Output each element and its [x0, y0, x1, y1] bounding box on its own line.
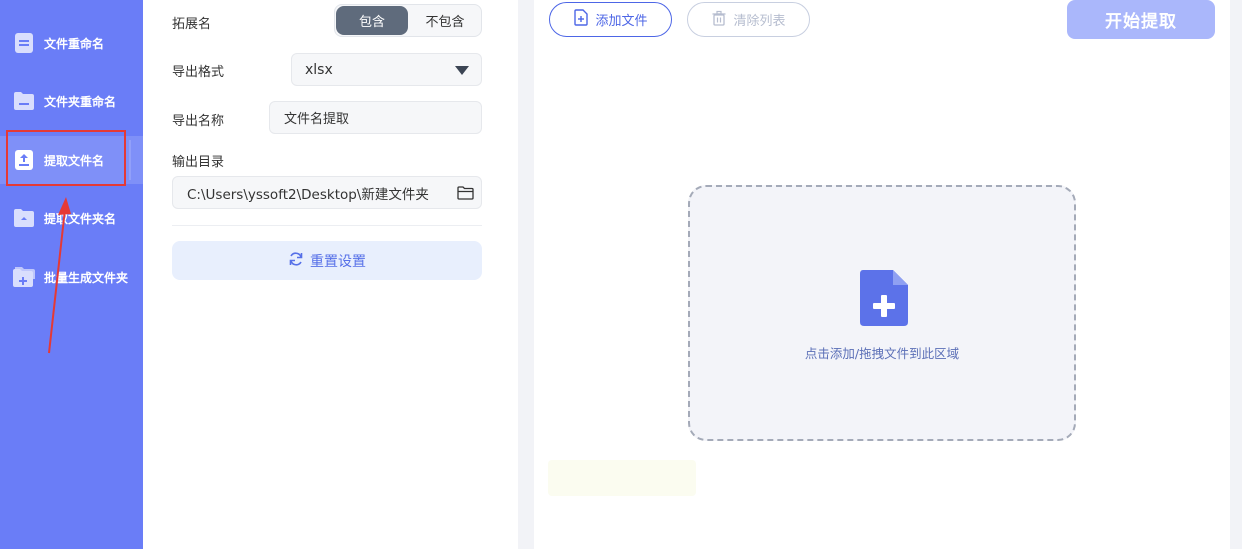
settings-panel: 拓展名 包含 不包含 导出格式 xlsx 导出名称 文件名提取 输出目录 C:\…	[143, 0, 518, 549]
main-area: 添加文件 清除列表 开始提取 点击添加/拖拽文件到此区域	[534, 0, 1230, 549]
export-format-value: xlsx	[305, 61, 333, 78]
include-extension-option[interactable]: 包含	[336, 6, 408, 35]
output-dir-label: 输出目录	[172, 155, 225, 170]
document-icon	[12, 31, 36, 55]
reset-settings-button[interactable]: 重置设置	[172, 241, 482, 280]
sidebar-item-file-rename[interactable]: 文件重命名	[0, 19, 143, 67]
sidebar-item-extract-filename[interactable]: 提取文件名	[0, 136, 143, 184]
add-file-icon	[573, 9, 589, 30]
reset-settings-label: 重置设置	[310, 253, 366, 270]
sidebar-item-label: 文件夹重命名	[44, 94, 117, 109]
folder-open-icon[interactable]	[455, 183, 475, 203]
export-format-select[interactable]: xlsx	[291, 53, 482, 86]
export-name-input[interactable]: 文件名提取	[269, 101, 482, 134]
folder-icon	[12, 89, 36, 113]
sidebar-item-folder-rename[interactable]: 文件夹重命名	[0, 77, 143, 125]
export-name-label: 导出名称	[172, 114, 225, 129]
export-name-value: 文件名提取	[284, 112, 350, 127]
output-dir-value: C:\Users\yssoft2\Desktop\新建文件夹	[187, 186, 429, 203]
clear-list-button[interactable]: 清除列表	[687, 2, 810, 37]
sidebar-item-label: 文件重命名	[44, 36, 105, 51]
start-extract-button[interactable]: 开始提取	[1067, 0, 1215, 39]
divider	[172, 225, 482, 226]
folder-add-icon	[12, 265, 36, 289]
right-edge	[1230, 0, 1242, 549]
file-add-icon	[860, 270, 908, 326]
file-dropzone[interactable]: 点击添加/拖拽文件到此区域	[688, 185, 1076, 441]
annotation-arrow	[48, 197, 71, 354]
export-format-label: 导出格式	[172, 65, 225, 80]
refresh-icon	[288, 251, 304, 271]
dropzone-hint: 点击添加/拖拽文件到此区域	[804, 346, 960, 361]
extension-toggle: 包含 不包含	[334, 4, 482, 37]
sidebar-item-label: 提取文件名	[44, 153, 105, 168]
panel-gap	[518, 0, 534, 549]
clear-list-label: 清除列表	[733, 14, 786, 29]
folder-upload-icon	[12, 206, 36, 230]
extension-label: 拓展名	[172, 17, 212, 32]
chevron-down-icon	[455, 66, 469, 75]
add-file-label: 添加文件	[595, 14, 648, 29]
trash-icon	[711, 10, 727, 30]
upload-icon	[12, 148, 36, 172]
faint-overlay	[548, 460, 696, 496]
exclude-extension-option[interactable]: 不包含	[409, 5, 481, 36]
add-file-button[interactable]: 添加文件	[549, 2, 672, 37]
output-dir-input[interactable]: C:\Users\yssoft2\Desktop\新建文件夹	[172, 176, 482, 209]
